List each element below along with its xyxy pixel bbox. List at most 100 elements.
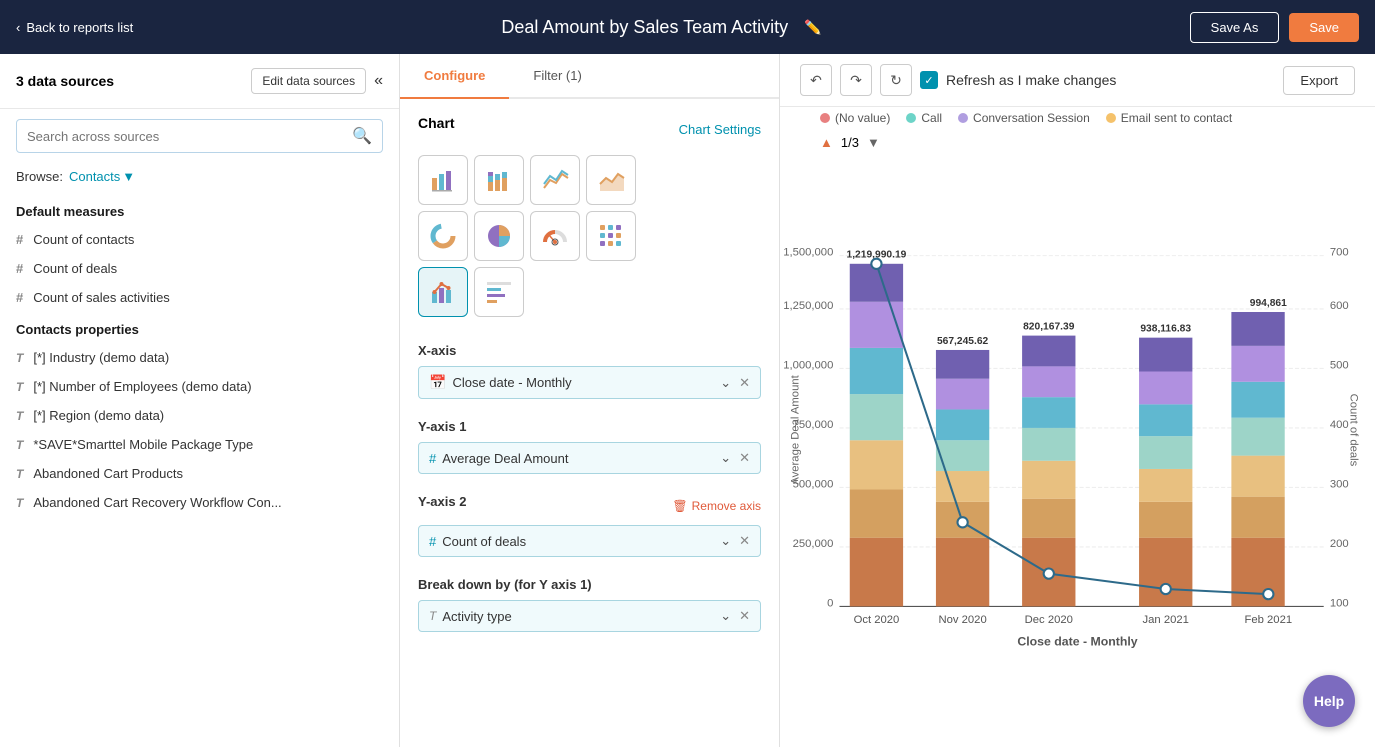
measure-label: Count of deals — [33, 261, 117, 276]
chart-section-header: Chart Chart Settings — [418, 115, 761, 143]
browse-contacts-link[interactable]: Contacts ▼ — [69, 169, 135, 184]
breakdown-clear-icon[interactable]: ✕ — [739, 608, 750, 624]
legend-label: (No value) — [835, 111, 890, 125]
edit-data-sources-button[interactable]: Edit data sources — [251, 68, 366, 94]
collapse-sidebar-button[interactable]: « — [374, 72, 383, 90]
sidebar-property-item[interactable]: TAbandoned Cart Products — [0, 459, 399, 488]
sidebar-property-item[interactable]: T*SAVE*Smarttel Mobile Package Type — [0, 430, 399, 459]
line-chart-button[interactable] — [530, 155, 580, 205]
legend-label: Email sent to contact — [1121, 111, 1232, 125]
header-right: Save As Save — [1190, 12, 1359, 43]
property-label: [*] Region (demo data) — [33, 408, 164, 423]
help-button[interactable]: Help — [1303, 675, 1355, 727]
save-button[interactable]: Save — [1289, 13, 1359, 42]
refresh-checkbox[interactable]: ✓ — [920, 71, 938, 89]
calendar-icon: 📅 — [429, 374, 446, 391]
chart-area: ↶ ↷ ↻ ✓ Refresh as I make changes Export… — [780, 54, 1375, 747]
properties-list: T[*] Industry (demo data)T[*] Number of … — [0, 343, 399, 517]
redo-button[interactable]: ↷ — [840, 64, 872, 96]
breakdown-label: Break down by (for Y axis 1) — [418, 577, 761, 592]
svg-text:567,245.62: 567,245.62 — [937, 336, 989, 347]
sidebar-property-item[interactable]: TAbandoned Cart Recovery Workflow Con... — [0, 488, 399, 517]
stacked-bar-icon — [485, 166, 513, 194]
back-button[interactable]: ‹ Back to reports list — [16, 20, 133, 35]
save-as-button[interactable]: Save As — [1190, 12, 1280, 43]
T-type-icon: T — [16, 380, 23, 394]
xaxis-section: X-axis 📅 Close date - Monthly ⌄ ✕ — [400, 333, 779, 409]
legend-item: (No value) — [820, 111, 890, 125]
pie-chart-button[interactable] — [474, 211, 524, 261]
sidebar-header-right: Edit data sources « — [251, 68, 383, 94]
yaxis1-field-selector[interactable]: # Average Deal Amount ⌄ ✕ — [418, 442, 761, 474]
default-measures-title: Default measures — [0, 194, 399, 225]
donut-chart-button[interactable] — [418, 211, 468, 261]
svg-text:Close date - Monthly: Close date - Monthly — [1017, 634, 1137, 648]
breakdown-section: Break down by (for Y axis 1) T Activity … — [400, 567, 779, 642]
sidebar-measure-item[interactable]: # Count of sales activities — [0, 283, 399, 312]
svg-text:1,250,000: 1,250,000 — [783, 300, 833, 312]
yaxis2-chevron-icon: ⌄ — [720, 533, 731, 549]
export-button[interactable]: Export — [1283, 66, 1355, 95]
property-label: [*] Industry (demo data) — [33, 350, 169, 365]
measures-list: #Count of contacts#Count of deals#Count … — [0, 225, 399, 312]
table-bar-button[interactable] — [474, 267, 524, 317]
svg-text:Oct 2020: Oct 2020 — [854, 614, 900, 626]
sidebar-property-item[interactable]: T[*] Number of Employees (demo data) — [0, 372, 399, 401]
data-sources-label: 3 data sources — [16, 73, 114, 89]
legend-label: Conversation Session — [973, 111, 1090, 125]
contacts-props-title: Contacts properties — [0, 312, 399, 343]
measure-label: Count of sales activities — [33, 290, 170, 305]
pagination-row: ▲ 1/3 ▼ — [780, 135, 1375, 154]
sidebar-measure-item[interactable]: #Count of contacts — [0, 225, 399, 254]
yaxis2-label: Y-axis 2 — [418, 494, 466, 509]
chart-toolbar: ↶ ↷ ↻ ✓ Refresh as I make changes Export — [780, 54, 1375, 107]
yaxis1-clear-icon[interactable]: ✕ — [739, 450, 750, 466]
xaxis-field-selector[interactable]: 📅 Close date - Monthly ⌄ ✕ — [418, 366, 761, 399]
legend-color-dot — [1106, 113, 1116, 123]
bar-chart-button[interactable] — [418, 155, 468, 205]
chart-legend: (No value) Call Conversation Session Email … — [780, 107, 1375, 135]
chart-section-title: Chart — [418, 115, 455, 131]
yaxis2-clear-icon[interactable]: ✕ — [739, 533, 750, 549]
toolbar-left: ↶ ↷ ↻ ✓ Refresh as I make changes — [800, 64, 1116, 96]
table-bar-icon — [485, 278, 513, 306]
bar-chart-icon — [429, 166, 457, 194]
chart-settings-link[interactable]: Chart Settings — [679, 122, 761, 137]
refresh-button[interactable]: ↻ — [880, 64, 912, 96]
yaxis2-field-selector[interactable]: # Count of deals ⌄ ✕ — [418, 525, 761, 557]
sidebar-property-item[interactable]: T[*] Region (demo data) — [0, 401, 399, 430]
breakdown-field-selector[interactable]: T Activity type ⌄ ✕ — [418, 600, 761, 632]
svg-text:994,861: 994,861 — [1250, 298, 1287, 309]
svg-text:Jan 2021: Jan 2021 — [1143, 614, 1189, 626]
breakdown-field-value: Activity type — [442, 609, 716, 624]
edit-title-icon[interactable]: ✏️ — [804, 19, 821, 36]
svg-text:Dec 2020: Dec 2020 — [1025, 614, 1073, 626]
undo-button[interactable]: ↶ — [800, 64, 832, 96]
hash-icon-y1: # — [429, 451, 436, 466]
scatter-chart-icon — [597, 222, 625, 250]
legend-item: Conversation Session — [958, 111, 1090, 125]
chart-type-section: Chart Chart Settings — [400, 99, 779, 333]
xaxis-clear-icon[interactable]: ✕ — [739, 375, 750, 391]
svg-text:Count of deals: Count of deals — [1347, 394, 1359, 467]
xaxis-label: X-axis — [418, 343, 761, 358]
legend-item: Call — [906, 111, 942, 125]
hash-icon: # — [16, 261, 23, 276]
stacked-bar-button[interactable] — [474, 155, 524, 205]
T-type-icon: T — [16, 438, 23, 452]
search-input[interactable] — [27, 129, 352, 144]
area-chart-button[interactable] — [586, 155, 636, 205]
combo-chart-button[interactable] — [418, 267, 468, 317]
legend-item: Email sent to contact — [1106, 111, 1232, 125]
gauge-chart-button[interactable] — [530, 211, 580, 261]
tab-filter(1)[interactable]: Filter (1) — [509, 54, 605, 99]
hash-icon: # — [16, 232, 23, 247]
yaxis1-label: Y-axis 1 — [418, 419, 761, 434]
tab-configure[interactable]: Configure — [400, 54, 509, 99]
sidebar-property-item[interactable]: T[*] Industry (demo data) — [0, 343, 399, 372]
scatter-chart-button[interactable] — [586, 211, 636, 261]
sidebar-measure-item[interactable]: # Count of deals — [0, 254, 399, 283]
remove-axis-button[interactable]: 🗑 Remove axis — [672, 499, 761, 513]
svg-text:0: 0 — [827, 597, 833, 609]
hash-icon: # — [16, 290, 23, 305]
